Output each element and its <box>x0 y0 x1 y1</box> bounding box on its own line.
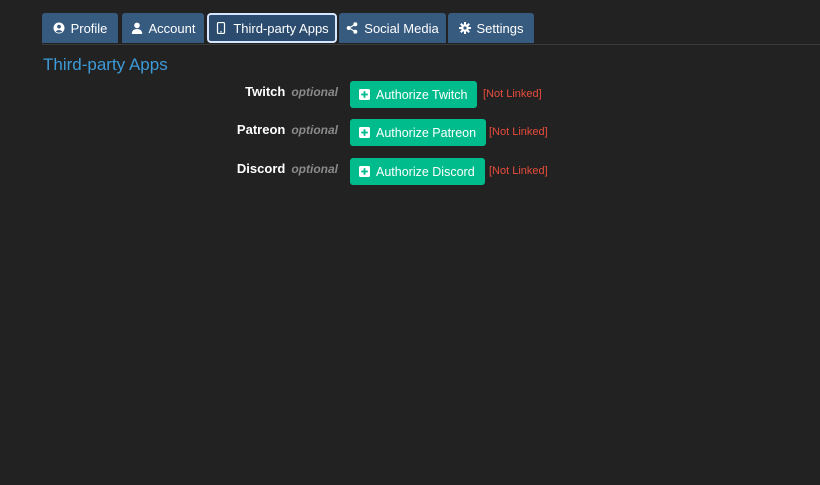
tab-settings[interactable]: Settings <box>448 13 534 43</box>
share-icon <box>346 22 358 34</box>
link-status: [Not Linked] <box>483 88 542 100</box>
tab-label: Account <box>148 20 196 36</box>
tab-third-party-apps[interactable]: Third-party Apps <box>207 13 337 43</box>
app-name: Twitch <box>245 84 286 99</box>
plus-square-icon <box>359 166 370 177</box>
plus-square-icon <box>359 89 370 100</box>
tab-label: Profile <box>70 20 108 36</box>
page-title: Third-party Apps <box>43 55 168 74</box>
app-label: Twitch optional <box>245 84 338 99</box>
app-row-patreon: Patreon optional Authorize Patreon [Not L… <box>0 119 820 147</box>
button-label: Authorize Discord <box>376 164 475 179</box>
tab-social-media[interactable]: Social Media <box>339 13 446 43</box>
link-status: [Not Linked] <box>489 126 548 138</box>
button-label: Authorize Patreon <box>376 125 477 140</box>
optional-hint: optional <box>291 85 338 99</box>
plus-square-icon <box>359 127 370 138</box>
mobile-icon <box>215 22 227 34</box>
tab-label: Settings <box>476 20 524 36</box>
app-label: Discord optional <box>237 161 338 176</box>
link-status: [Not Linked] <box>489 165 548 177</box>
optional-hint: optional <box>291 123 338 137</box>
tab-label: Social Media <box>364 20 439 36</box>
optional-hint: optional <box>291 162 338 176</box>
gear-icon <box>458 22 471 34</box>
app-label: Patreon optional <box>237 122 338 137</box>
app-row-discord: Discord optional Authorize Discord [Not L… <box>0 158 820 186</box>
authorize-patreon-button[interactable]: Authorize Patreon <box>350 119 487 146</box>
authorize-discord-button[interactable]: Authorize Discord <box>350 158 485 185</box>
app-name: Discord <box>236 161 286 176</box>
tab-label: Third-party Apps <box>233 20 329 36</box>
tab-account[interactable]: Account <box>122 13 204 43</box>
app-name: Patreon <box>236 122 286 137</box>
user-icon <box>131 22 143 34</box>
authorize-twitch-button[interactable]: Authorize Twitch <box>350 81 478 108</box>
tab-bar: Profile Account Third-party Apps Social … <box>42 13 820 45</box>
tab-profile[interactable]: Profile <box>42 13 118 43</box>
app-row-twitch: Twitch optional Authorize Twitch [Not Lin… <box>0 81 820 109</box>
button-label: Authorize Twitch <box>376 87 468 102</box>
user-circle-icon <box>53 22 65 34</box>
